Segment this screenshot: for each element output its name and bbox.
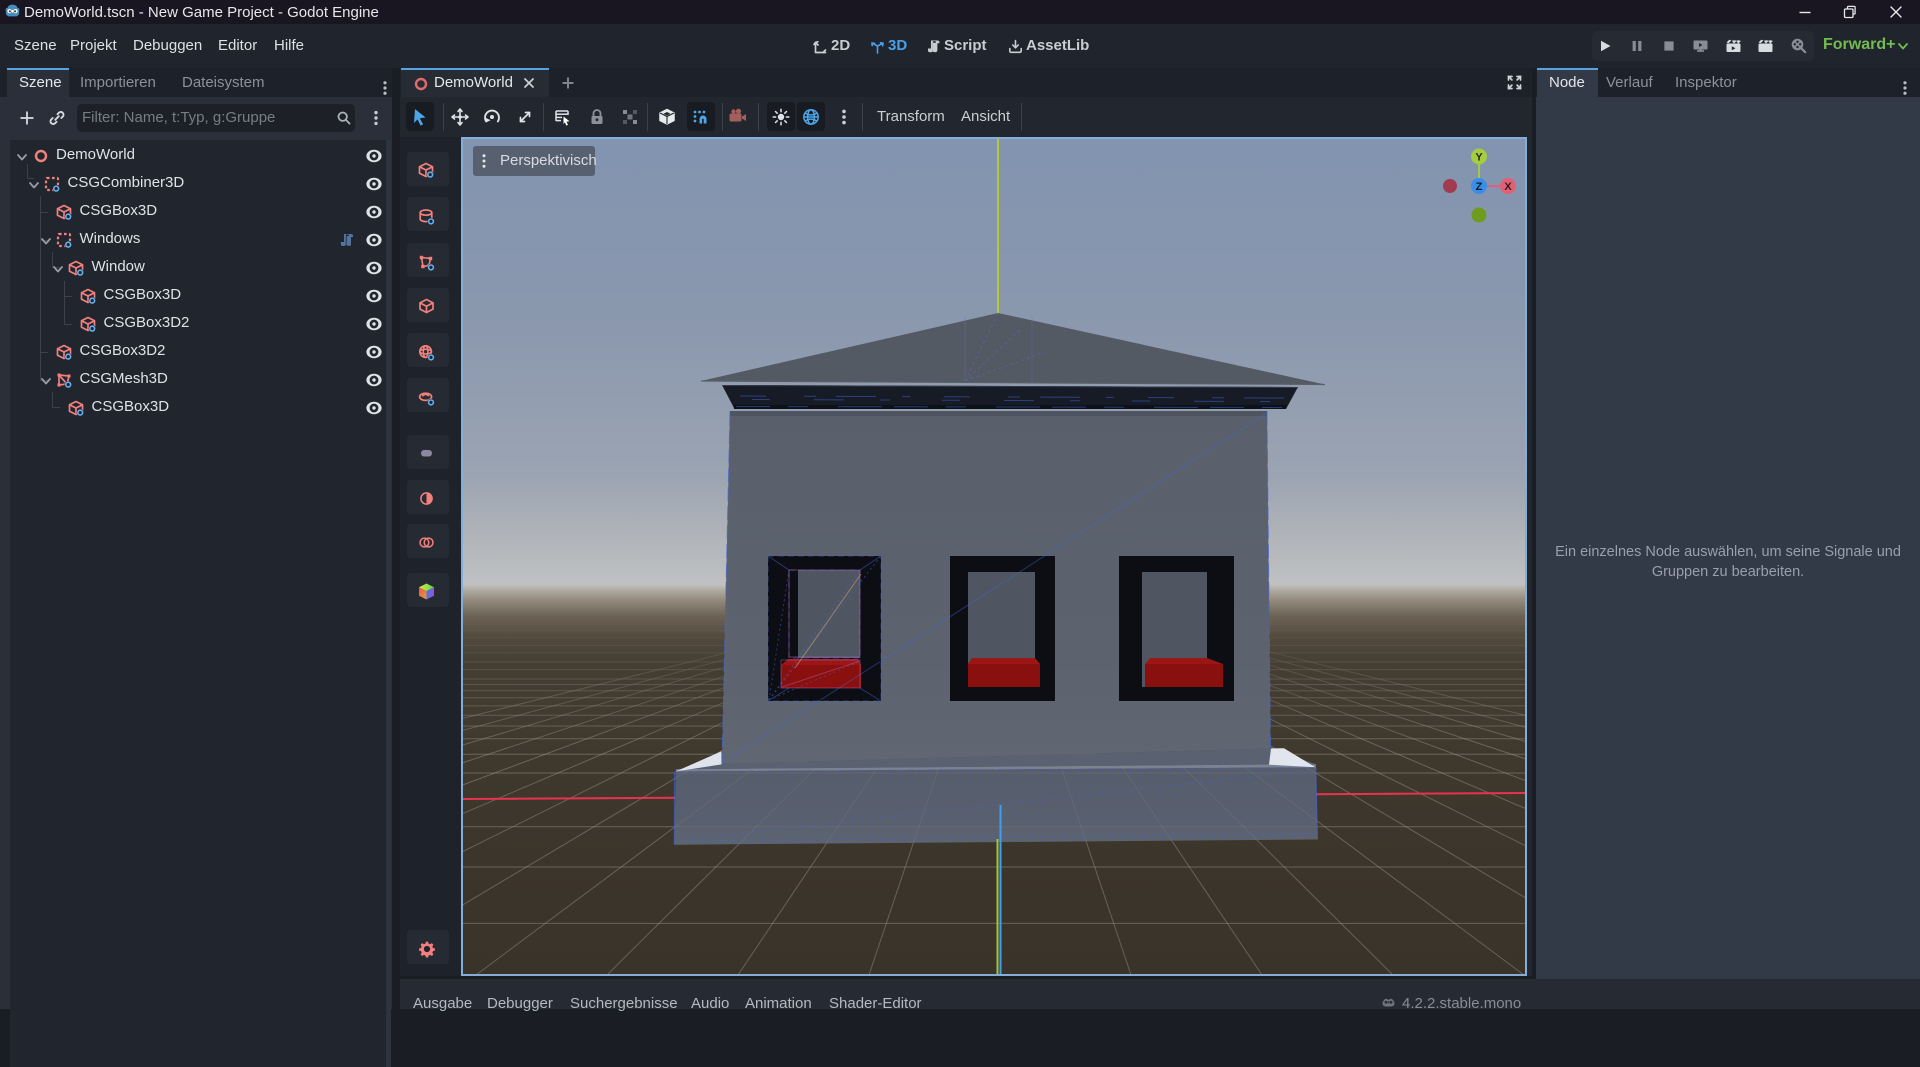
svg-text:Y: Y	[1475, 152, 1483, 164]
svg-text:X: X	[1504, 181, 1512, 193]
svg-text:Z: Z	[1476, 181, 1483, 193]
